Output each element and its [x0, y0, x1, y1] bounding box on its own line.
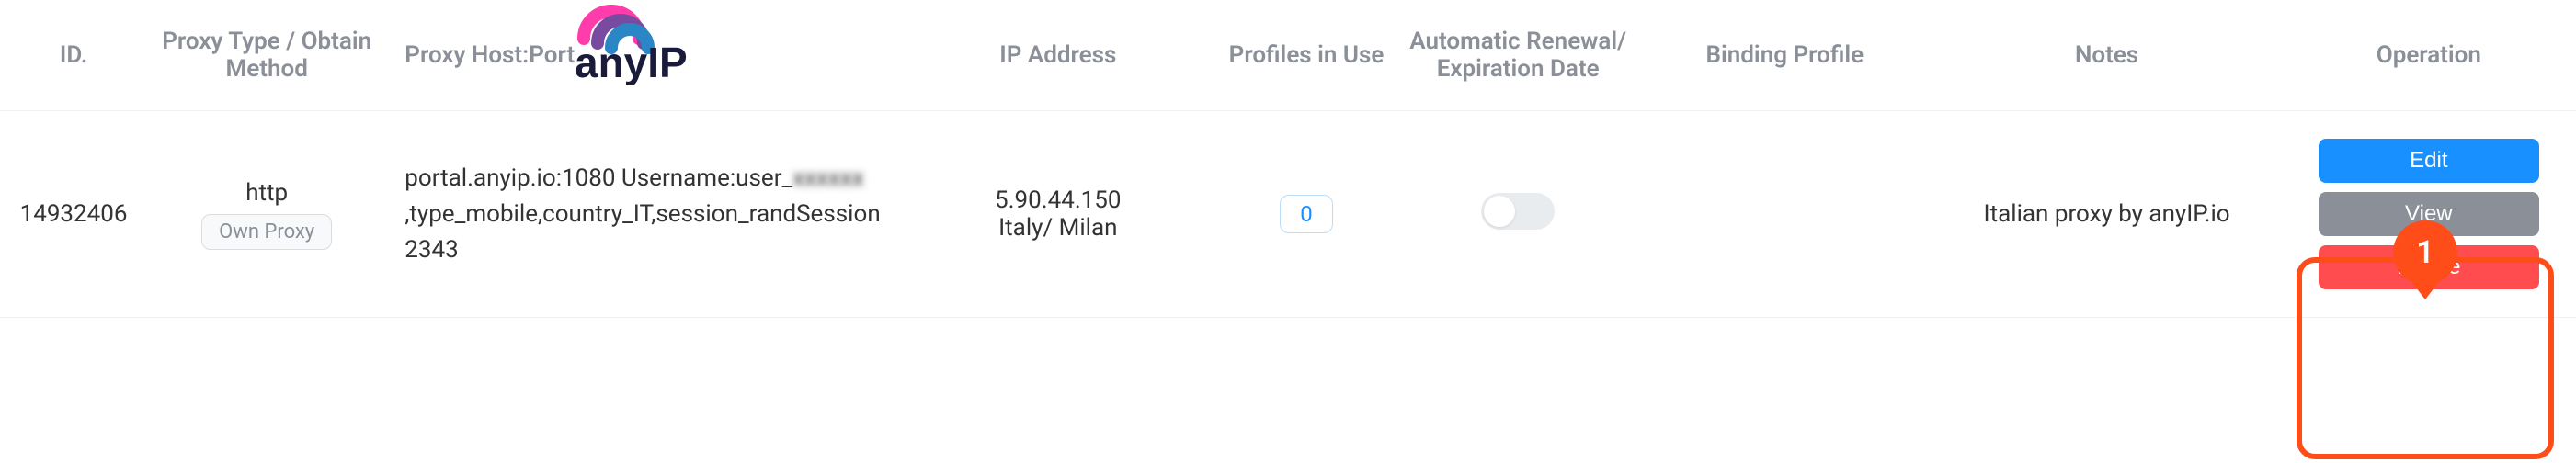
- col-auto-renewal: Automatic Renewal/ Expiration Date: [1398, 0, 1637, 111]
- cell-binding-profile: [1637, 111, 1932, 318]
- obtain-method-badge[interactable]: Own Proxy: [201, 214, 332, 250]
- table-header-row: ID. Proxy Type / Obtain Method Proxy Hos…: [0, 0, 2576, 111]
- operation-buttons: Edit View Delete: [2319, 139, 2539, 289]
- table-row: 14932406 http Own Proxy portal.anyip.io:…: [0, 111, 2576, 318]
- view-button[interactable]: View: [2319, 192, 2539, 236]
- ip-location: Italy/ Milan: [911, 214, 1205, 242]
- proxy-host-text: portal.anyip.io:1080 Username:user_xxxxx…: [405, 161, 892, 268]
- cell-notes: Italian proxy by anyIP.io: [1932, 111, 2281, 318]
- anyip-logo: anyIP: [547, 0, 740, 91]
- cell-id: 14932406: [0, 111, 147, 318]
- col-profiles: Profiles in Use: [1214, 0, 1398, 111]
- col-id: ID.: [0, 0, 147, 111]
- cell-proxy-host: portal.anyip.io:1080 Username:user_xxxxx…: [386, 111, 901, 318]
- cell-profiles: 0: [1214, 111, 1398, 318]
- cell-proxy-type: http Own Proxy: [147, 111, 386, 318]
- cell-operation: Edit View Delete: [2282, 111, 2576, 318]
- cell-ip: 5.90.44.150 Italy/ Milan: [902, 111, 1214, 318]
- col-binding-profile: Binding Profile: [1637, 0, 1932, 111]
- auto-renewal-toggle[interactable]: [1481, 193, 1555, 230]
- delete-button[interactable]: Delete: [2319, 245, 2539, 289]
- svg-text:anyIP: anyIP: [575, 39, 688, 85]
- profiles-count-badge[interactable]: 0: [1280, 195, 1333, 233]
- edit-button[interactable]: Edit: [2319, 139, 2539, 183]
- col-ip-address: IP Address: [902, 0, 1214, 111]
- col-operation: Operation: [2282, 0, 2576, 111]
- ip-value: 5.90.44.150: [911, 186, 1205, 214]
- cell-auto-renewal: [1398, 111, 1637, 318]
- col-notes: Notes: [1932, 0, 2281, 111]
- proxy-type-label: http: [245, 179, 288, 207]
- proxy-table: ID. Proxy Type / Obtain Method Proxy Hos…: [0, 0, 2576, 318]
- col-proxy-host: Proxy Host:Port anyIP: [386, 0, 901, 111]
- col-proxy-type: Proxy Type / Obtain Method: [147, 0, 386, 111]
